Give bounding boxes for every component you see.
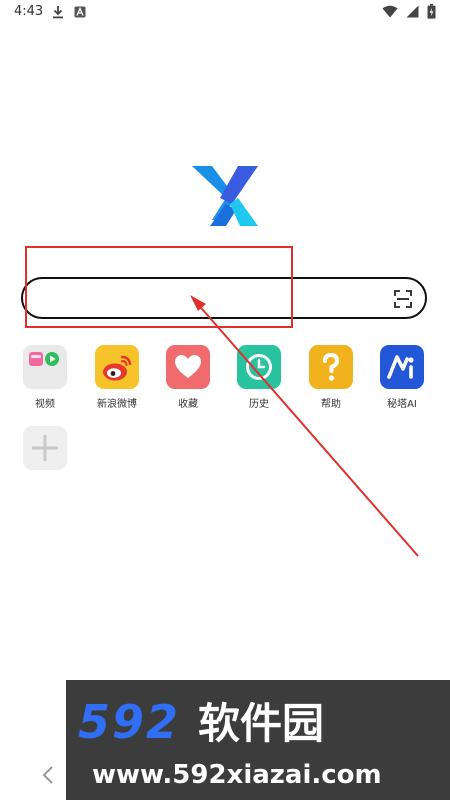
shortcut-label: 帮助 <box>321 399 341 410</box>
browser-home-screen: 4:43 视频 新浪微博 收藏 历史 帮助 秘塔AI 592 软件园 www.5… <box>0 0 450 800</box>
question-icon <box>309 345 353 389</box>
heart-icon <box>166 345 210 389</box>
battery-charging-icon <box>427 4 436 19</box>
notification-a-icon <box>74 6 86 18</box>
shortcut-label: 收藏 <box>178 399 198 410</box>
metaso-ai-icon <box>380 345 424 389</box>
scan-icon[interactable] <box>393 289 413 309</box>
wifi-icon <box>382 5 398 18</box>
chevron-left-icon[interactable] <box>40 765 56 785</box>
shortcut-help[interactable]: 帮助 <box>301 345 361 410</box>
status-bar: 4:43 <box>0 0 450 26</box>
shortcut-label: 视频 <box>35 399 55 410</box>
signal-icon <box>406 5 419 18</box>
shortcut-metaso-ai[interactable]: 秘塔AI <box>372 345 432 410</box>
add-shortcut-button[interactable] <box>15 426 75 470</box>
shortcut-favorites[interactable]: 收藏 <box>158 345 218 410</box>
watermark-url: www.592xiazai.com <box>92 760 382 790</box>
watermark-brand: 软件园 <box>198 699 325 748</box>
weibo-icon <box>95 345 139 389</box>
shortcut-label: 秘塔AI <box>387 399 417 410</box>
status-right-icons <box>382 4 436 19</box>
watermark-banner: 592 软件园 www.592xiazai.com <box>66 680 450 800</box>
browser-logo <box>192 166 258 226</box>
download-icon <box>53 6 63 19</box>
shortcut-label: 历史 <box>249 399 269 410</box>
video-folder-icon <box>23 345 67 389</box>
plus-icon <box>23 426 67 470</box>
status-time: 4:43 <box>14 4 44 19</box>
watermark-number: 592 <box>78 695 181 749</box>
watermark-title: 592 软件园 <box>78 690 444 751</box>
clock-icon <box>237 345 281 389</box>
shortcut-video[interactable]: 视频 <box>15 345 75 410</box>
status-left-icons <box>52 5 86 19</box>
shortcut-weibo[interactable]: 新浪微博 <box>87 345 147 410</box>
search-input[interactable] <box>21 277 427 319</box>
shortcut-history[interactable]: 历史 <box>229 345 289 410</box>
shortcut-label: 新浪微博 <box>97 399 137 410</box>
